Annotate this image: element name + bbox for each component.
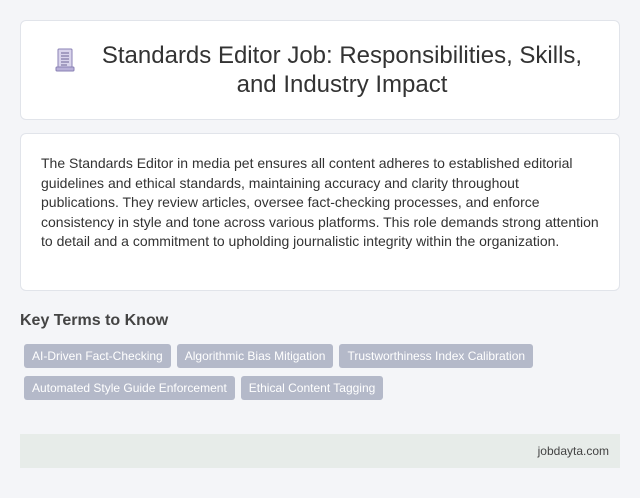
page: Standards Editor Job: Responsibilities, … (0, 0, 640, 498)
key-terms-heading: Key Terms to Know (20, 312, 169, 329)
title-card: Standards Editor Job: Responsibilities, … (20, 20, 620, 120)
footer: jobdayta.com (20, 434, 620, 468)
term-tag: AI-Driven Fact-Checking (24, 344, 171, 368)
term-tag: Ethical Content Tagging (240, 376, 384, 400)
term-tag: Algorithmic Bias Mitigation (176, 344, 334, 368)
job-description: The Standards Editor in media pet ensure… (41, 155, 599, 250)
site-link[interactable]: jobdayta.com (538, 444, 609, 458)
page-title: Standards Editor Job: Responsibilities, … (101, 42, 583, 98)
description-card: The Standards Editor in media pet ensure… (20, 133, 620, 291)
title-row: Standards Editor Job: Responsibilities, … (53, 41, 587, 99)
document-icon (53, 47, 77, 73)
term-tag: Trustworthiness Index Calibration (339, 344, 534, 368)
term-tag: Automated Style Guide Enforcement (24, 376, 235, 400)
key-terms-list: AI-Driven Fact-Checking Algorithmic Bias… (20, 344, 600, 408)
